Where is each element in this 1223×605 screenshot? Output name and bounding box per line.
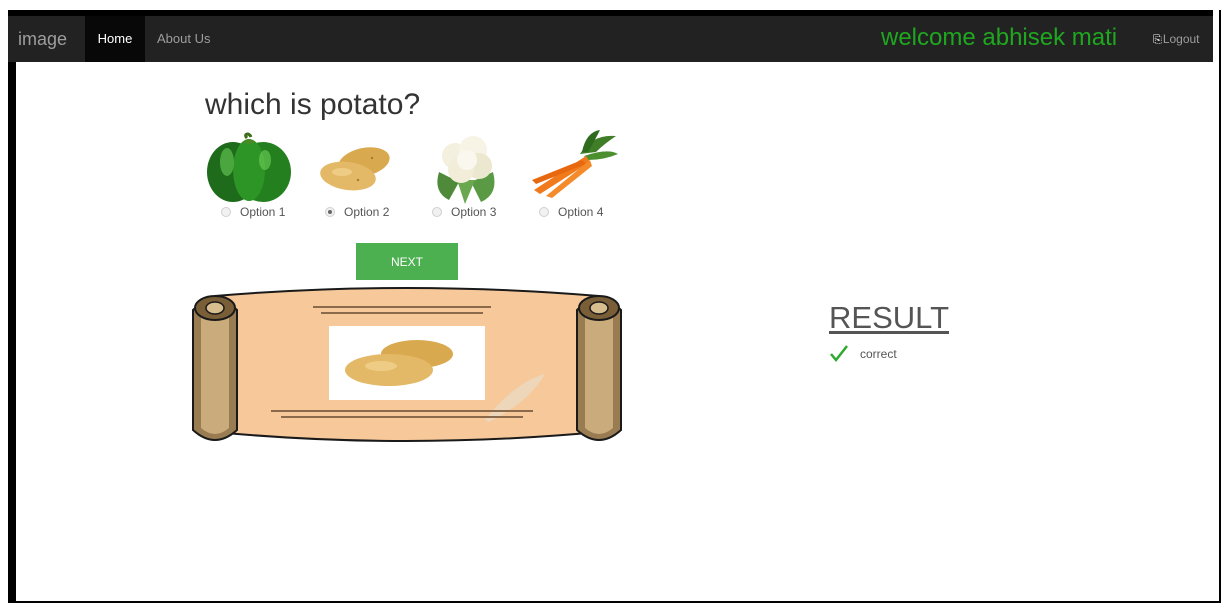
option-2[interactable]: Option 2	[325, 205, 389, 219]
welcome-message: welcome abhisek mati	[881, 24, 1118, 51]
option-2-label: Option 2	[344, 205, 390, 219]
option-1-radio[interactable]	[221, 207, 231, 217]
top-margin	[0, 0, 1223, 10]
potato-info-scroll	[192, 287, 622, 442]
option-4-radio[interactable]	[539, 207, 549, 217]
question-title: which is potato?	[205, 88, 421, 121]
result-title: RESULT	[829, 300, 950, 335]
option-1-label: Option 1	[240, 205, 286, 219]
option-3-label: Option 3	[451, 205, 497, 219]
nav-item-about-us[interactable]: About Us	[157, 16, 210, 62]
bell-pepper-image	[207, 132, 291, 202]
navbar: image Home About Us welcome abhisek mati…	[8, 10, 1213, 62]
logout-label: Logout	[1162, 32, 1200, 46]
option-3-radio[interactable]	[432, 207, 442, 217]
nav-item-home[interactable]: Home	[85, 16, 145, 62]
navbar-brand[interactable]: image	[18, 16, 67, 62]
potato-image	[320, 147, 390, 191]
option-4[interactable]: Option 4	[539, 205, 603, 219]
cauliflower-image	[437, 136, 495, 204]
option-1[interactable]: Option 1	[221, 205, 285, 219]
next-button[interactable]: NEXT	[356, 243, 458, 280]
carrot-image	[532, 130, 618, 198]
option-3[interactable]: Option 3	[432, 205, 496, 219]
logout-link[interactable]: ⎘Logout	[1153, 16, 1200, 62]
option-4-label: Option 4	[558, 205, 604, 219]
result-status: correct	[860, 347, 897, 361]
option-2-radio[interactable]	[325, 207, 335, 217]
checkmark-icon	[830, 345, 848, 362]
sign-out-icon: ⎘	[1153, 34, 1162, 46]
